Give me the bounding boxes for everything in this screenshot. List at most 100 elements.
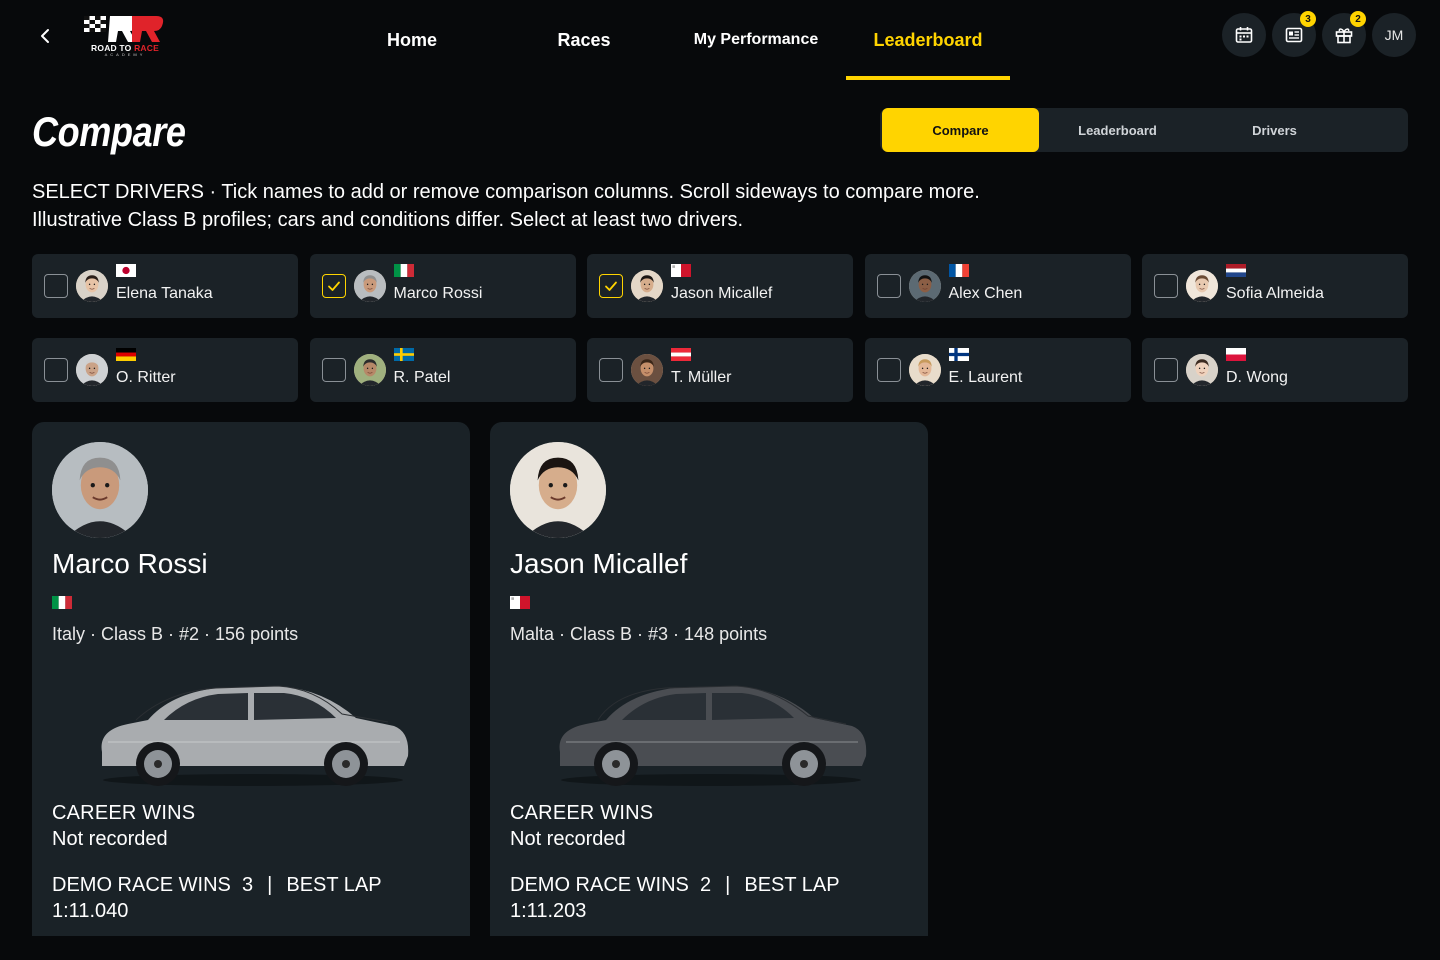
driver-checkbox[interactable] (876, 358, 901, 382)
driver-name: Sofia Almeida (1226, 285, 1324, 302)
best-lap-label: BEST LAP (744, 874, 840, 896)
driver-avatar (76, 270, 108, 302)
description-line-2: Illustrative Class B profiles; cars and … (32, 209, 744, 231)
driver-avatar (631, 270, 663, 302)
driver-meta: Malta · Class B · #3 · 148 points (510, 624, 768, 644)
demo-race-wins-label: DEMO RACE WINS (510, 874, 689, 896)
demo-race-wins-value: 2 (700, 874, 712, 896)
chevron-left-icon (41, 29, 49, 43)
car-image (88, 668, 418, 798)
news-badge: 3 (1300, 11, 1316, 27)
calendar-button[interactable] (1222, 13, 1266, 57)
flag-austria-icon (671, 348, 691, 361)
driver-avatar (76, 354, 108, 386)
driver-avatar (631, 354, 663, 386)
driver-name: Jason Micallef (671, 285, 773, 302)
career-wins-value: Not recorded (510, 828, 626, 850)
flag-sweden-icon (393, 348, 414, 361)
page-description: SELECT DRIVERS · Tick names to add or re… (32, 178, 1132, 234)
gift-button[interactable]: 2 (1322, 11, 1366, 57)
demo-stats: DEMO RACE WINS 2 | BEST LAP 1:11.203 (510, 872, 928, 924)
career-wins-label: CAREER WINS (510, 802, 654, 824)
driver-option-e-laurent[interactable]: E. Laurent (864, 338, 1131, 402)
career-wins-value: Not recorded (52, 828, 168, 850)
logo-subtitle: ACADEMY (104, 52, 146, 57)
driver-checkbox[interactable] (599, 358, 623, 382)
car-image (546, 668, 876, 798)
driver-checkbox[interactable] (321, 274, 346, 298)
flag-japan-icon (116, 264, 136, 277)
driver-meta: Italy · Class B · #2 · 156 points (52, 624, 299, 644)
view-switcher: Compare Leaderboard Drivers (880, 108, 1408, 152)
demo-race-wins-label: DEMO RACE WINS (52, 874, 231, 896)
flag-malta-icon (671, 264, 691, 277)
flag-italy-icon (393, 264, 414, 277)
best-lap-label: BEST LAP (286, 874, 382, 896)
gift-icon (1335, 28, 1353, 44)
driver-option-alex-chen[interactable]: Alex Chen (864, 254, 1131, 318)
gift-badge: 2 (1350, 11, 1366, 27)
driver-photo (510, 442, 606, 538)
driver-option-t-m-ller[interactable]: T. Müller (587, 338, 853, 402)
flag-poland-icon (1226, 348, 1246, 361)
driver-name: Marco Rossi (52, 548, 208, 579)
driver-checkbox[interactable] (44, 274, 68, 298)
driver-name: Alex Chen (948, 285, 1023, 302)
driver-name: T. Müller (671, 369, 732, 386)
best-lap-value: 1:11.040 (52, 900, 129, 922)
driver-avatar (353, 354, 386, 386)
driver-avatar (908, 270, 941, 302)
flag-germany-icon (116, 348, 136, 361)
driver-avatar (353, 270, 386, 302)
nav-tab-leaderboard[interactable]: Leaderboard (846, 0, 1010, 80)
user-avatar-button[interactable]: JM (1372, 13, 1416, 57)
compare-card-marco-rossi: Marco Rossi Italy · Class B · #2 · 156 p… (32, 422, 470, 936)
page-title: Compare (32, 108, 186, 155)
driver-name: R. Patel (393, 369, 451, 386)
segment-leaderboard[interactable]: Leaderboard (1039, 108, 1196, 152)
driver-option-d-wong[interactable]: D. Wong (1142, 338, 1408, 402)
news-button[interactable]: 3 (1272, 11, 1316, 57)
demo-race-wins-value: 3 (242, 874, 254, 896)
best-lap-value: 1:11.203 (510, 900, 587, 922)
driver-checkbox[interactable] (599, 274, 623, 298)
check-icon (605, 281, 617, 291)
driver-checkbox[interactable] (1154, 274, 1178, 298)
driver-name: Jason Micallef (510, 548, 688, 579)
nav-tab-my-performance[interactable]: My Performance (674, 0, 838, 80)
driver-checkbox[interactable] (1154, 358, 1178, 382)
driver-checkbox[interactable] (44, 358, 68, 382)
flag-finland-icon (948, 348, 969, 361)
logo-mark (84, 16, 164, 42)
nav-tab-races[interactable]: Races (502, 0, 666, 80)
driver-avatar (1186, 354, 1218, 386)
top-navigation: ROAD TO RACE ACADEMY Home Races My Perfo… (0, 0, 1440, 80)
driver-name: Elena Tanaka (116, 285, 213, 302)
driver-name: Marco Rossi (393, 285, 483, 302)
driver-option-sofia-almeida[interactable]: Sofia Almeida (1142, 254, 1408, 318)
driver-name: D. Wong (1226, 369, 1288, 386)
flag-france-icon (948, 264, 969, 277)
driver-option-o-ritter[interactable]: O. Ritter (32, 338, 298, 402)
nav-tab-home[interactable]: Home (330, 0, 494, 80)
segment-compare[interactable]: Compare (882, 108, 1039, 152)
flag-netherlands-icon (1226, 264, 1246, 277)
driver-option-r-patel[interactable]: R. Patel (309, 338, 576, 402)
news-icon (1285, 27, 1303, 43)
brand-logo[interactable]: ROAD TO RACE ACADEMY (80, 14, 170, 58)
back-button[interactable] (30, 22, 60, 50)
description-line-1: SELECT DRIVERS · Tick names to add or re… (32, 181, 980, 203)
driver-photo (52, 442, 148, 538)
check-icon (327, 281, 340, 291)
driver-checkbox[interactable] (876, 274, 901, 298)
flag-malta-icon (510, 596, 530, 609)
compare-card-jason-micallef: Jason Micallef Malta · Class B · #3 · 14… (490, 422, 928, 936)
driver-option-jason-micallef[interactable]: Jason Micallef (587, 254, 853, 318)
driver-name: O. Ritter (116, 369, 176, 386)
driver-checkbox[interactable] (321, 358, 346, 382)
demo-stats: DEMO RACE WINS 3 | BEST LAP 1:11.040 (52, 872, 470, 924)
driver-option-elena-tanaka[interactable]: Elena Tanaka (32, 254, 298, 318)
segment-drivers[interactable]: Drivers (1196, 108, 1353, 152)
driver-option-marco-rossi[interactable]: Marco Rossi (309, 254, 576, 318)
driver-avatar (1186, 270, 1218, 302)
